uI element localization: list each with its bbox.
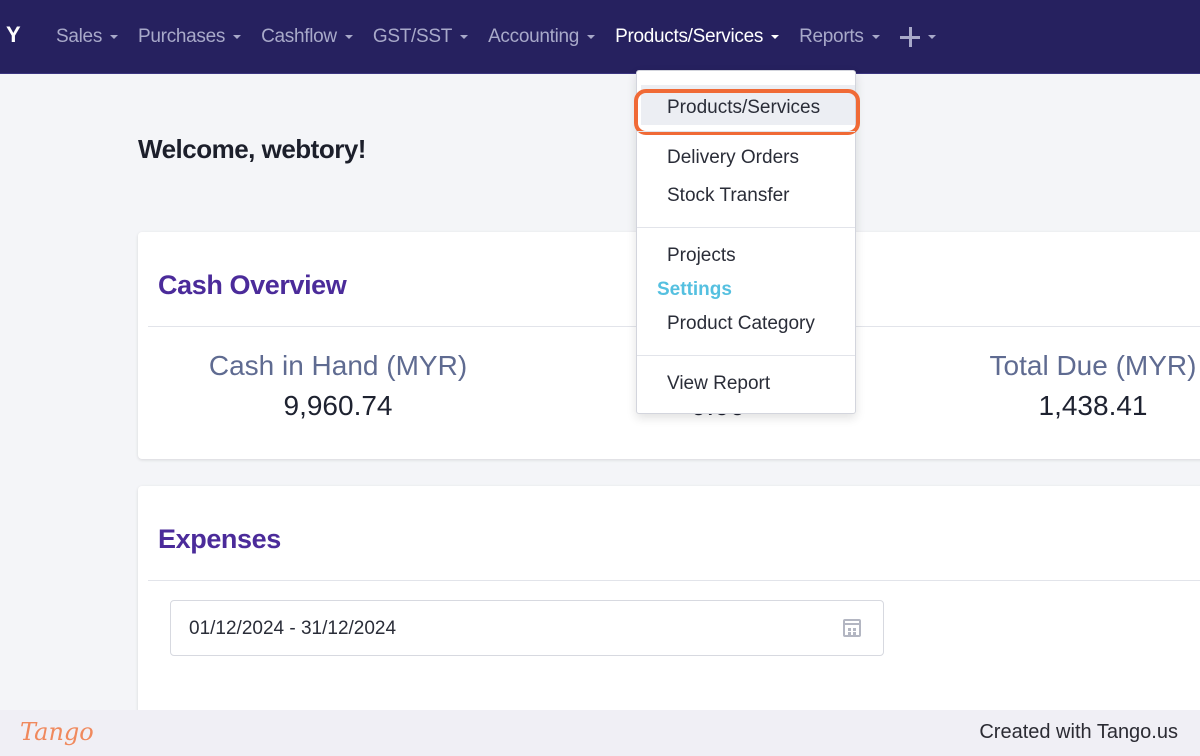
tango-footer: Tango Created with Tango.us: [0, 710, 1200, 756]
caret-down-icon: [460, 35, 469, 39]
nav-item-label: Purchases: [138, 26, 226, 47]
dropdown-divider: [637, 131, 855, 132]
nav-item-label: GST/SST: [372, 26, 453, 47]
brand-logo[interactable]: Y: [6, 22, 21, 48]
dropdown-divider: [637, 227, 855, 228]
stat-value: 1,438.41: [1038, 390, 1148, 421]
dropdown-heading-settings: Settings: [657, 279, 732, 300]
nav-item-label: Reports: [799, 26, 864, 47]
dropdown-item-label: Products/Services: [667, 97, 821, 118]
expenses-title: Expenses: [158, 524, 281, 554]
nav-item-products-services[interactable]: Products/Services: [615, 26, 780, 48]
caret-down-icon: [587, 35, 596, 39]
nav-item-accounting[interactable]: Accounting: [488, 26, 596, 48]
plus-icon: [899, 27, 920, 47]
dropdown-item-view-report[interactable]: View Report: [667, 373, 770, 395]
caret-down-icon: [871, 35, 880, 39]
nav-item-label: Cashflow: [261, 26, 337, 47]
calendar-icon[interactable]: [843, 619, 861, 637]
stat-value: 9,960.74: [283, 390, 393, 421]
stat-cash-in-hand: Cash in Hand (MYR) 9,960.74: [208, 350, 468, 422]
welcome-heading: Welcome, webtory!: [138, 134, 366, 164]
stat-label: Cash in Hand (MYR): [208, 350, 468, 381]
top-navbar: Y Sales Purchases Cashflow GST/SST Accou…: [0, 0, 1200, 74]
dropdown-item-delivery-orders[interactable]: Delivery Orders: [667, 147, 799, 169]
nav-item-purchases[interactable]: Purchases: [138, 26, 242, 48]
date-range-value: 01/12/2024 - 31/12/2024: [189, 618, 397, 639]
stat-total-due: Total Due (MYR) 1,438.41: [988, 350, 1198, 422]
nav-item-cashflow[interactable]: Cashflow: [261, 26, 353, 48]
caret-down-icon: [233, 35, 242, 39]
dropdown-divider: [637, 355, 855, 356]
nav-item-label: Sales: [56, 26, 103, 47]
date-range-input[interactable]: 01/12/2024 - 31/12/2024: [170, 600, 884, 656]
dropdown-item-products-services[interactable]: Products/Services: [634, 81, 860, 135]
caret-down-icon: [771, 35, 780, 39]
dropdown-item-product-category[interactable]: Product Category: [667, 313, 815, 335]
footer-credit: Created with Tango.us: [979, 721, 1178, 743]
nav-menu: Sales Purchases Cashflow GST/SST Account…: [56, 0, 956, 74]
expenses-card: Expenses 01/12/2024 - 31/12/2024: [138, 486, 1200, 726]
caret-down-icon: [110, 35, 119, 39]
caret-down-icon: [927, 35, 936, 39]
nav-item-sales[interactable]: Sales: [56, 26, 119, 48]
nav-item-label: Accounting: [488, 26, 580, 47]
cash-overview-title: Cash Overview: [158, 270, 347, 300]
products-services-dropdown: Products/Services Delivery Orders Stock …: [634, 70, 860, 414]
dropdown-item-projects[interactable]: Projects: [667, 245, 736, 267]
caret-down-icon: [344, 35, 353, 39]
divider: [148, 580, 1200, 581]
tango-logo: Tango: [20, 718, 94, 746]
nav-item-reports[interactable]: Reports: [799, 26, 880, 48]
stat-label: Total Due (MYR): [989, 350, 1197, 381]
dropdown-item-stock-transfer[interactable]: Stock Transfer: [667, 185, 790, 207]
nav-item-gst-sst[interactable]: GST/SST: [372, 26, 469, 48]
nav-item-label: Products/Services: [615, 26, 764, 47]
nav-item-quick-add[interactable]: [899, 27, 936, 47]
